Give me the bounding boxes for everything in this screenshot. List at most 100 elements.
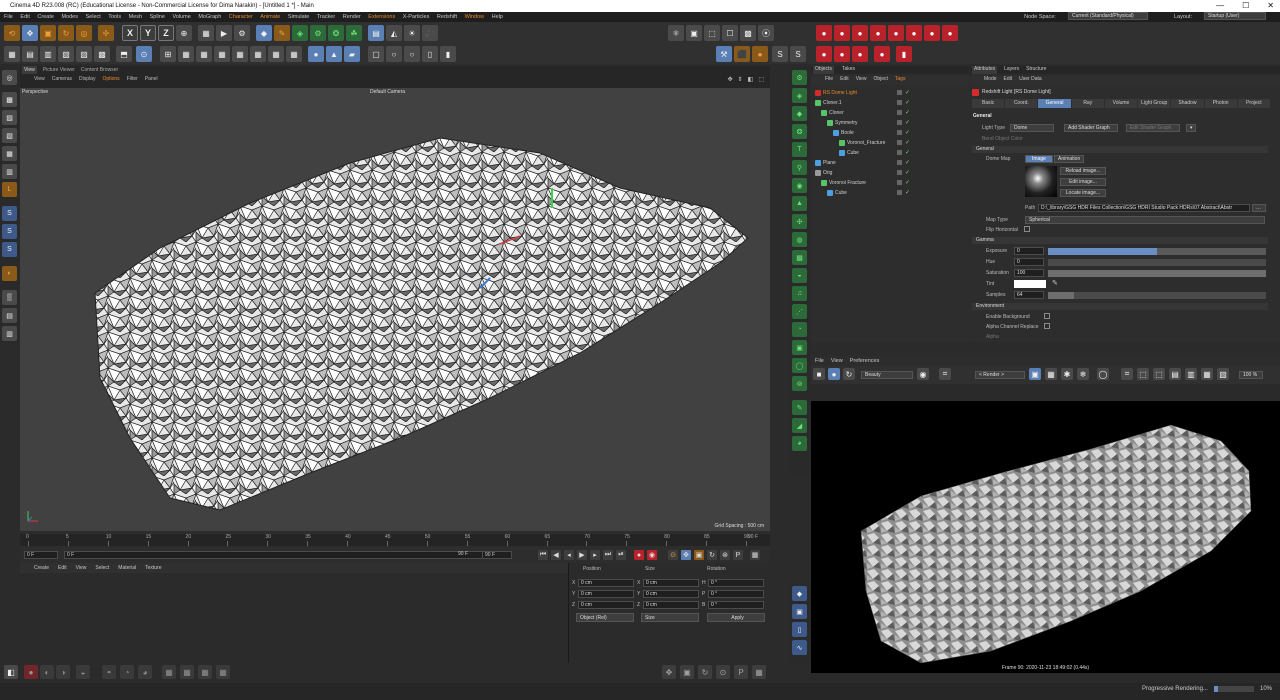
pos-y-field[interactable]: 0 cm [578,590,634,598]
object-row[interactable]: Voronoi Fracture ✓ [811,178,969,188]
rotation-key-icon[interactable]: ↻ [707,550,717,560]
tab-content-browser[interactable]: Content Browser [81,66,118,74]
magnet-icon[interactable]: ◐ [2,266,17,281]
layer-checkbox[interactable] [897,110,902,115]
model-mode-icon[interactable]: ▦ [4,46,20,62]
visibility-check-icon[interactable]: ✓ [905,150,911,156]
visibility-check-icon[interactable]: ✓ [905,140,911,146]
quantize-icon[interactable]: ▦ [178,46,194,62]
alpha-channel-replace-checkbox[interactable] [1044,323,1050,329]
floor-icon[interactable]: ◭ [386,25,402,41]
bottom-tool-7-icon[interactable]: ◔ [120,665,134,679]
material-menu-edit[interactable]: Edit [58,563,67,573]
path-field[interactable]: D:\_library\GSG HDR Files Collection\GSG… [1038,204,1250,212]
rv-clipping-icon[interactable]: ▧ [1217,368,1229,380]
layout-dropdown[interactable]: Startup (User) [1204,12,1266,20]
bottom-tool-18-icon[interactable]: ▦ [752,665,766,679]
play-icon[interactable]: ▶ [577,550,587,560]
autokey-icon[interactable]: ◉ [647,550,657,560]
mg-voronoi-icon[interactable]: ❂ [792,124,807,139]
bottom-tool-13-icon[interactable]: ✥ [662,665,676,679]
rot-b-field[interactable]: 0 ° [708,601,764,609]
rv-menu-view[interactable]: View [831,356,843,366]
layer-checkbox[interactable] [897,180,902,185]
subtab-shadow[interactable]: Shadow [1171,99,1204,108]
layer-checkbox[interactable] [897,90,902,95]
undo-icon[interactable]: ⟲ [4,25,20,41]
rv-stop-icon[interactable]: ■ [813,368,825,380]
mg-volume-icon[interactable]: ▣ [792,340,807,355]
enable-background-checkbox[interactable] [1044,313,1050,319]
attr-menu-edit[interactable]: Edit [1004,76,1013,85]
edit-image-button[interactable]: Edit image... [1060,178,1106,186]
redshift-proxy-icon[interactable]: ⬚ [704,25,720,41]
viewport-menu-cameras[interactable]: Cameras [52,76,72,82]
object-row[interactable]: Cube ✓ [811,148,969,158]
bottom-tool-17-icon[interactable]: P [734,665,748,679]
tab-attributes[interactable]: Attributes [972,66,998,74]
move-icon[interactable]: ▣ [40,25,56,41]
go-to-end-icon[interactable]: ⏭ [603,550,613,560]
object-row[interactable]: Plane ✓ [811,158,969,168]
rv-histogram-icon[interactable]: ▥ [1185,368,1197,380]
point-icon[interactable]: ▦ [2,146,17,161]
cone-icon[interactable]: ▲ [326,46,342,62]
attr-menu-mode[interactable]: Mode [984,76,997,85]
y-axis-lock-icon[interactable]: Y [140,25,156,41]
bottom-tool-5-icon[interactable]: ◒ [76,665,90,679]
menu-tracker[interactable]: Tracker [317,14,335,20]
edges-mode-icon[interactable]: ▨ [76,46,92,62]
object-row[interactable]: Boole ✓ [811,128,969,138]
mg-extrude-icon[interactable]: ▲ [792,196,807,211]
bottom-tool-2-icon[interactable]: ● [24,665,38,679]
s-snap-icon[interactable]: S [2,206,17,221]
rv-snapshot-icon[interactable]: ◉ [917,368,929,380]
layer-checkbox[interactable] [897,130,902,135]
menu-mograph[interactable]: MoGraph [198,14,221,20]
tab-picture-viewer[interactable]: Picture Viewer [43,66,75,74]
minimize-button[interactable]: — [1216,0,1224,12]
coordinate-system-icon[interactable]: ⊕ [176,25,192,41]
object-row[interactable]: Cloner ✓ [811,108,969,118]
render-region-icon[interactable]: ▦ [198,25,214,41]
object-row[interactable]: RS Dome Light ✓ [811,88,969,98]
rv-lock-icon[interactable]: ▣ [1029,368,1041,380]
add-shader-graph-button[interactable]: Add Shader Graph [1064,124,1118,132]
bottom-tool-3-icon[interactable]: ◐ [40,665,54,679]
redshift-s-icon[interactable]: S [772,46,788,62]
render-canvas[interactable] [811,401,1280,666]
flip-horizontal-checkbox[interactable] [1024,226,1030,232]
tab-layers[interactable]: Layers [1004,66,1019,74]
prim-cylinder-icon[interactable]: ▯ [792,622,807,637]
material-menu-select[interactable]: Select [95,563,109,573]
shader-graph-options-button[interactable]: ▾ [1186,124,1196,132]
menu-help[interactable]: Help [492,14,503,20]
prim-box-icon[interactable]: ▣ [792,604,807,619]
layer-checkbox[interactable] [897,150,902,155]
uv-mode-icon[interactable]: ⬒ [116,46,132,62]
zoom-dropdown[interactable]: 100 % [1239,371,1263,379]
workplane-lock-icon[interactable]: ▦ [196,46,212,62]
end-frame-field[interactable]: 90 F [482,551,512,559]
subtab-ray[interactable]: Ray [1071,99,1104,108]
mg-matrix-icon[interactable]: ◆ [792,106,807,121]
loop-icon[interactable]: ⏯ [616,550,626,560]
tint-color-swatch[interactable] [1014,280,1046,288]
viewport-menu-view[interactable]: View [34,76,45,82]
menu-redshift[interactable]: Redshift [437,14,457,20]
rs-light-point-icon[interactable]: ● [816,25,832,41]
model-icon[interactable]: ▩ [2,92,17,107]
subtab-basic[interactable]: Basic [972,99,1005,108]
subtab-general[interactable]: General [1038,99,1071,108]
menu-mesh[interactable]: Mesh [129,14,142,20]
render-settings-icon[interactable]: ⚙ [234,25,250,41]
bottom-tool-11-icon[interactable]: ▦ [198,665,212,679]
rv-settings-icon[interactable]: ✱ [1061,368,1073,380]
obj-menu-tags[interactable]: Tags [895,76,906,85]
menu-x-particles[interactable]: X-Particles [403,14,430,20]
obj-menu-file[interactable]: File [825,76,833,85]
workplane-icon[interactable]: ▥ [40,46,56,62]
aov-dropdown[interactable]: Beauty [861,371,913,379]
layer-checkbox[interactable] [897,170,902,175]
visibility-check-icon[interactable]: ✓ [905,130,911,136]
